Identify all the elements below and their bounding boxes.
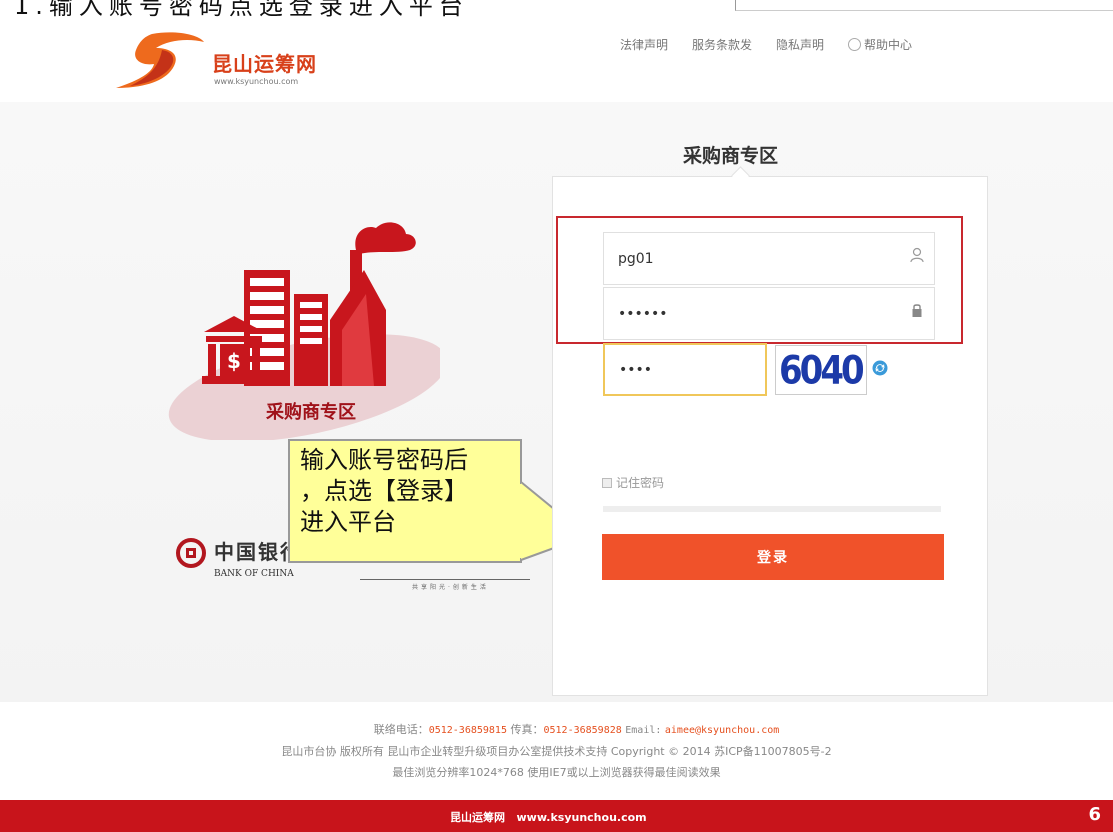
password-field[interactable]: ••••••	[603, 287, 935, 340]
boc-english-name: BANK OF CHINA	[214, 569, 294, 579]
nav-privacy-link[interactable]: 隐私声明	[776, 36, 824, 53]
partner-bank-underline	[360, 579, 530, 580]
brand-logo-icon[interactable]	[112, 30, 207, 92]
nav-help-label: 帮助中心	[864, 38, 913, 52]
remember-password[interactable]: 记住密码	[602, 474, 664, 491]
captcha-value: ••••	[619, 361, 653, 378]
partner-bank-logo: 共享阳光·创新生活	[360, 562, 530, 591]
callout-line: 输入账号密码后	[300, 446, 468, 474]
username-field[interactable]: pg01	[603, 232, 935, 285]
bottom-brand-url: www.ksyunchou.com	[516, 811, 647, 824]
site-footer: 联络电话：0512-36859815 传真：0512-36859828 Emai…	[0, 719, 1113, 783]
footer-copyright: 昆山市台协 版权所有 昆山市企业转型升级项目办公室提供技术支持 Copyrigh…	[281, 745, 832, 758]
lock-icon	[912, 304, 922, 317]
instruction-callout: 输入账号密码后 ，点选【登录】 进入平台	[288, 439, 522, 563]
captcha-image[interactable]: 6040	[775, 345, 867, 395]
callout-line: 进入平台	[300, 508, 396, 536]
svg-text:$: $	[227, 349, 241, 373]
callout-line: ，点选【登录】	[300, 477, 468, 505]
bottom-banner: 昆山运筹网 www.ksyunchou.com 6	[0, 800, 1113, 832]
nav-legal-link[interactable]: 法律声明	[620, 36, 668, 53]
boc-emblem-icon	[176, 538, 206, 568]
nav-terms-link[interactable]: 服务条款发	[692, 36, 752, 53]
footer-browser-note: 最佳浏览分辨率1024*768 使用IE7或以上浏览器获得最佳阅读效果	[392, 766, 721, 779]
bottom-brand-name: 昆山运筹网	[450, 811, 505, 824]
form-title: 采购商专区	[683, 145, 779, 167]
login-button[interactable]: 登录	[602, 534, 944, 580]
nav-help-link[interactable]: 帮助中心	[848, 36, 912, 53]
captcha-field[interactable]: ••••	[603, 343, 767, 396]
user-icon	[910, 247, 924, 263]
page-number: 6	[1088, 804, 1101, 825]
top-nav: 法律声明 服务条款发 隐私声明 帮助中心	[620, 36, 912, 53]
divider-track	[603, 506, 941, 512]
phone-label: 联络电话：	[373, 723, 429, 736]
remember-label: 记住密码	[616, 476, 665, 490]
refresh-icon[interactable]	[872, 360, 888, 376]
remember-checkbox[interactable]	[602, 477, 612, 488]
brand-url: www.ksyunchou.com	[214, 77, 299, 86]
email-label: Email:	[625, 725, 662, 736]
username-value: pg01	[618, 250, 654, 267]
captcha-code: 6040	[779, 348, 865, 394]
bottom-brand: 昆山运筹网 www.ksyunchou.com	[450, 809, 647, 825]
help-icon	[848, 38, 862, 51]
phone-number: 0512-36859815	[428, 725, 507, 736]
fax-number: 0512-36859828	[543, 725, 622, 736]
zone-label: 采购商专区	[266, 402, 356, 423]
password-value: ••••••	[618, 305, 668, 322]
footer-contact-line: 联络电话：0512-36859815 传真：0512-36859828 Emai…	[0, 719, 1113, 741]
fax-label: 传真：	[510, 723, 544, 736]
email-link[interactable]: aimee@ksyunchou.com	[665, 725, 779, 736]
site-header: 昆山运筹网 www.ksyunchou.com 法律声明 服务条款发 隐私声明 …	[0, 10, 1113, 100]
partner-bank-slogan: 共享阳光·创新生活	[412, 584, 489, 591]
brand-name[interactable]: 昆山运筹网	[212, 48, 317, 77]
